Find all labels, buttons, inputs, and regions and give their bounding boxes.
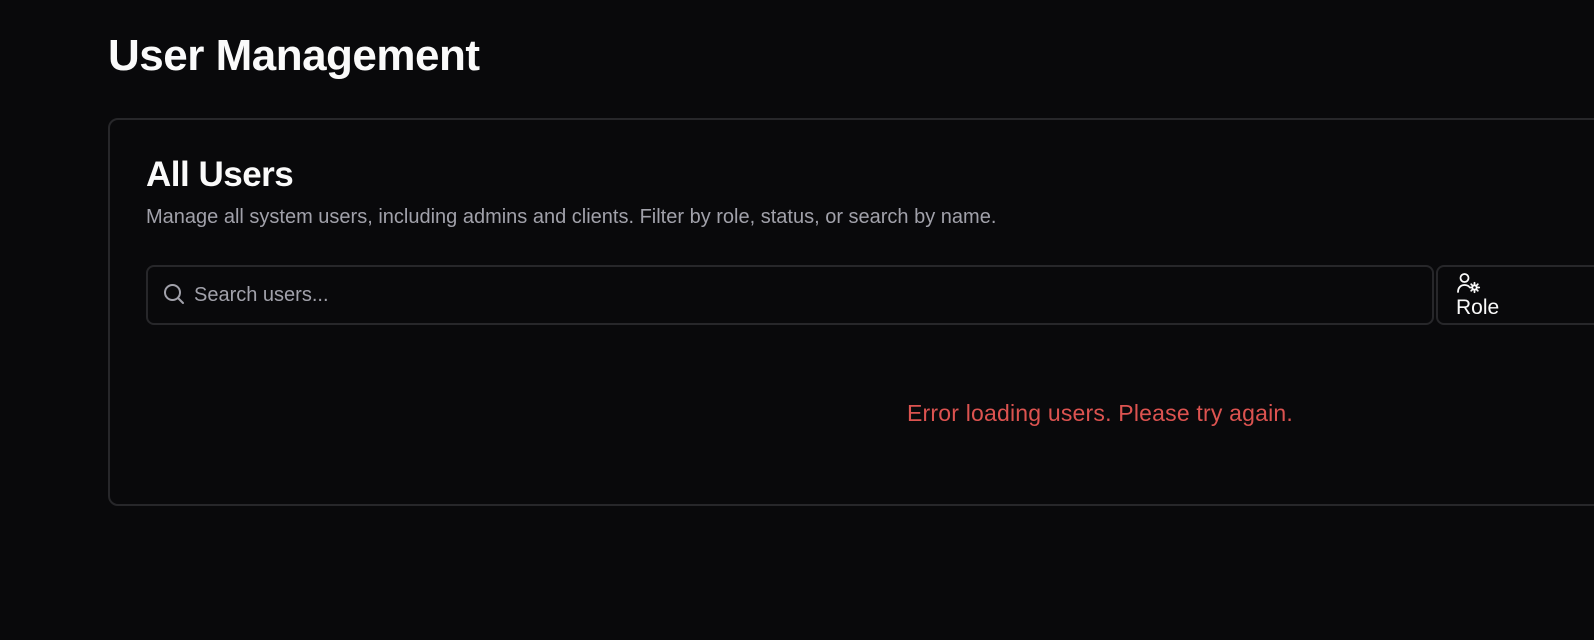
role-filter-label: Role [1456,296,1500,319]
search-icon [162,282,186,306]
users-card: All Users Manage all system users, inclu… [108,118,1594,506]
error-message: Error loading users. Please try again. [907,400,1294,426]
card-description: Manage all system users, including admin… [146,206,997,228]
user-cog-icon [1456,271,1482,297]
search-box[interactable] [146,265,1434,325]
page-title: User Management [108,31,480,80]
card-title: All Users [146,155,294,194]
role-filter-button[interactable]: Role [1436,265,1594,325]
page: User Management All Users Manage all sys… [0,0,1594,640]
search-input[interactable] [194,267,1414,323]
